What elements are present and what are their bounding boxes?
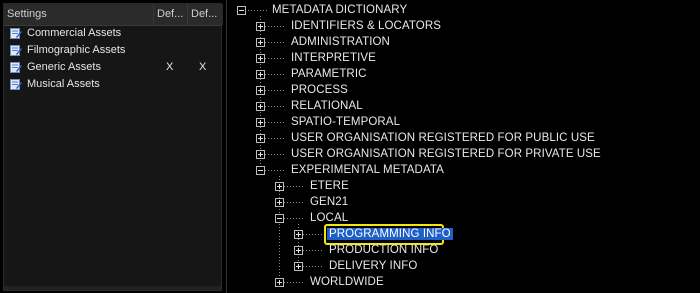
tree-node-identifiers-locators[interactable]: IDENTIFIERS & LOCATORS [291,18,441,34]
settings-row-default-2: X [199,61,207,73]
settings-row-label: Commercial Assets [27,27,122,39]
tree-node-metadata-dictionary[interactable]: METADATA DICTIONARY [272,2,407,18]
tree-node-interpretive[interactable]: INTERPRETIVE [291,50,376,66]
tree-node-gen21[interactable]: GEN21 [310,194,348,210]
column-header-default-1[interactable]: Def... [154,4,188,25]
collapse-toggle-icon[interactable] [275,214,284,223]
settings-list: Commercial Assets Filmographic Assets Ge… [4,25,221,93]
expand-toggle-icon[interactable] [294,262,303,271]
settings-row-label: Musical Assets [27,78,100,90]
tree-node-spatio-temporal[interactable]: SPATIO-TEMPORAL [291,114,400,130]
settings-row-label: Generic Assets [27,61,101,73]
expand-toggle-icon[interactable] [256,102,265,111]
expand-toggle-icon[interactable] [256,150,265,159]
tree-node-administration[interactable]: ADMINISTRATION [291,34,390,50]
tree-node-process[interactable]: PROCESS [291,82,348,98]
tree-node-etere[interactable]: ETERE [310,178,349,194]
horizontal-scrollbar[interactable] [4,286,221,290]
tree-node-worldwide[interactable]: WORLDWIDE [310,274,384,290]
asset-document-icon [10,79,22,90]
tree-node-user-org-public[interactable]: USER ORGANISATION REGISTERED FOR PUBLIC … [291,130,595,146]
tree-node-delivery-info[interactable]: DELIVERY INFO [329,258,417,274]
asset-document-icon [10,45,22,56]
expand-toggle-icon[interactable] [294,230,303,239]
expand-toggle-icon[interactable] [256,134,265,143]
expand-toggle-icon[interactable] [275,278,284,287]
expand-toggle-icon[interactable] [256,118,265,127]
settings-row-commercial-assets[interactable]: Commercial Assets [4,25,221,42]
expand-toggle-icon[interactable] [256,86,265,95]
expand-toggle-icon[interactable] [256,38,265,47]
expand-toggle-icon[interactable] [256,70,265,79]
settings-panel: Settings Def... Def... Commercial Assets… [3,3,223,291]
expand-toggle-icon[interactable] [275,198,284,207]
tree-node-experimental-metadata[interactable]: EXPERIMENTAL METADATA [291,162,444,178]
asset-document-icon [10,62,22,73]
tree-node-production-info[interactable]: PRODUCTION INFO [329,242,438,258]
expand-toggle-icon[interactable] [256,22,265,31]
metadata-window: Settings Def... Def... Commercial Assets… [0,0,700,293]
expand-toggle-icon[interactable] [294,246,303,255]
selected-node-label: PROGRAMMING INFO [327,228,453,240]
tree-node-user-org-private[interactable]: USER ORGANISATION REGISTERED FOR PRIVATE… [291,146,601,162]
settings-row-default-1: X [166,61,174,73]
settings-row-generic-assets[interactable]: Generic Assets X X [4,59,221,76]
collapse-toggle-icon[interactable] [237,6,246,15]
tree-node-programming-info[interactable]: PROGRAMMING INFO [327,226,453,242]
expand-toggle-icon[interactable] [275,182,284,191]
column-header-settings[interactable]: Settings [4,4,154,25]
settings-row-filmographic-assets[interactable]: Filmographic Assets [4,42,221,59]
settings-row-musical-assets[interactable]: Musical Assets [4,76,221,93]
tree-node-parametric[interactable]: PARAMETRIC [291,66,367,82]
column-header-default-2[interactable]: Def... [188,4,223,25]
metadata-tree: METADATA DICTIONARY IDENTIFIERS & LOCATO… [226,0,700,293]
asset-document-icon [10,28,22,39]
expand-toggle-icon[interactable] [256,54,265,63]
tree-node-relational[interactable]: RELATIONAL [291,98,363,114]
collapse-toggle-icon[interactable] [256,166,265,175]
settings-row-label: Filmographic Assets [27,44,126,56]
